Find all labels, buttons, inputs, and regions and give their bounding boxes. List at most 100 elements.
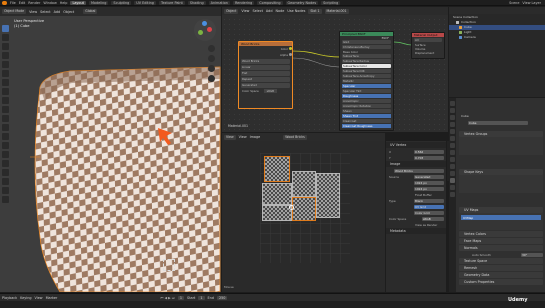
source-dropdown[interactable]: Generated: [241, 83, 290, 88]
pan-hand-icon[interactable]: [208, 55, 215, 62]
rotate-tool-icon[interactable]: [2, 52, 9, 59]
workspace-tab-geometry-nodes[interactable]: Geometry Nodes: [285, 0, 319, 5]
image-texture-node[interactable]: Wood Bricks Color Alpha Wood Bricks Line…: [238, 41, 293, 109]
uv-editor[interactable]: View View Image Wood Bricks Mouse: [222, 133, 385, 292]
uv-menu-image[interactable]: Image: [250, 135, 261, 139]
uv-island-bottom[interactable]: [292, 197, 316, 221]
world-tab-icon[interactable]: [450, 136, 455, 141]
uv-menu-view[interactable]: View: [239, 135, 247, 139]
menu-help[interactable]: Help: [60, 1, 68, 5]
face-maps-section[interactable]: Face Maps: [459, 238, 543, 244]
workspace-tab-sculpting[interactable]: Sculpting: [111, 0, 132, 5]
extension-dropdown[interactable]: Repeat: [241, 77, 290, 82]
playback-controls-icon[interactable]: ⏮ ◀ ▶ ⏭: [160, 296, 175, 300]
end-frame-field[interactable]: 250: [216, 295, 228, 300]
workspace-tab-compositing[interactable]: Compositing: [257, 0, 283, 5]
shader-node-editor[interactable]: Object View Select Add Node Use Nodes Sl…: [222, 7, 448, 132]
camera-view-icon[interactable]: [208, 65, 215, 72]
auto-smooth-checkbox[interactable]: Auto Smooth: [472, 253, 491, 257]
annotate-tool-icon[interactable]: [2, 79, 9, 86]
color-socket-icon[interactable]: [289, 47, 292, 50]
data-tab-icon[interactable]: [450, 178, 455, 183]
navigation-gizmo[interactable]: [194, 19, 216, 41]
spin-tool-icon[interactable]: [2, 151, 9, 158]
uv-image-selector[interactable]: Wood Bricks: [283, 134, 307, 140]
smooth-tool-icon[interactable]: [2, 160, 9, 167]
uv-island-right[interactable]: [316, 173, 340, 218]
blender-logo-icon[interactable]: [2, 0, 7, 5]
render-tab-icon[interactable]: [450, 108, 455, 113]
uv-map-item[interactable]: UVMap: [461, 215, 541, 220]
workspace-tab-layout[interactable]: Layout: [70, 0, 86, 5]
uv-y-field[interactable]: 0.703: [414, 155, 444, 160]
rip-tool-icon[interactable]: [2, 196, 9, 203]
scene-selector[interactable]: Scene: [509, 1, 519, 5]
material-tab-icon[interactable]: [450, 185, 455, 190]
knife-tool-icon[interactable]: [2, 133, 9, 140]
menu-edit[interactable]: Edit: [19, 1, 26, 5]
clearcoat-roughness-input[interactable]: Clearcoat Roughness: [342, 124, 391, 128]
source-field[interactable]: Generated: [414, 174, 444, 179]
custom-properties-section[interactable]: Custom Properties: [459, 279, 543, 285]
poly-build-tool-icon[interactable]: [2, 142, 9, 149]
specular-tint-input[interactable]: Specular Tint: [342, 89, 391, 93]
mesh-name-field[interactable]: Cube: [468, 120, 528, 125]
workspace-tab-uv-editing[interactable]: UV Editing: [134, 0, 156, 5]
uv-island-lower[interactable]: [262, 205, 292, 221]
grid-icon[interactable]: [208, 75, 215, 82]
workspace-tab-scripting[interactable]: Scripting: [321, 0, 341, 5]
anisotropic-rotation-input[interactable]: Anisotropic Rotation: [342, 104, 391, 108]
physics-tab-icon[interactable]: [450, 164, 455, 169]
timeline-playback-menu[interactable]: Playback: [2, 296, 17, 300]
specular-input[interactable]: Specular: [342, 84, 391, 88]
material-output-node[interactable]: Material Output All Surface Volume Displ…: [411, 32, 445, 59]
node-color-space-value[interactable]: sRGB: [263, 89, 278, 93]
view-as-render-checkbox[interactable]: View as Render: [415, 223, 437, 227]
texture-space-section[interactable]: Texture Space: [459, 258, 543, 264]
object-tab-icon[interactable]: [450, 143, 455, 148]
timeline-view-menu[interactable]: View: [35, 296, 43, 300]
interpolation-dropdown[interactable]: Linear: [241, 65, 290, 70]
metallic-input[interactable]: Metallic: [342, 79, 391, 83]
view-layer-tab-icon[interactable]: [450, 122, 455, 127]
roughness-input[interactable]: Roughness: [342, 94, 391, 98]
workspace-tab-shading[interactable]: Shading: [187, 0, 206, 5]
clearcoat-input[interactable]: Clearcoat: [342, 119, 391, 123]
menu-file[interactable]: File: [10, 1, 16, 5]
output-tab-icon[interactable]: [450, 115, 455, 120]
normals-section[interactable]: Normals: [459, 245, 543, 251]
type-color-grid-option[interactable]: Color Grid: [414, 210, 444, 215]
workspace-tab-rendering[interactable]: Rendering: [232, 0, 255, 5]
subsurface-ior-input[interactable]: Subsurface IOR: [342, 69, 391, 73]
subsurface-radius-input[interactable]: Subsurface Radius: [342, 59, 391, 63]
menu-window[interactable]: Window: [43, 1, 56, 5]
modifier-tab-icon[interactable]: [450, 150, 455, 155]
3d-viewport[interactable]: Object Mode View Select Add Object Globa…: [0, 7, 221, 292]
tool-tab-icon[interactable]: [450, 101, 455, 106]
size-x-field[interactable]: 1024 px: [414, 180, 444, 185]
shear-tool-icon[interactable]: [2, 187, 9, 194]
subsurface-anisotropy-input[interactable]: Subsurface Anisotropy: [342, 74, 391, 78]
alpha-socket-icon[interactable]: [289, 53, 292, 56]
geometry-data-section[interactable]: Geometry Data: [459, 272, 543, 278]
2d-cursor-icon[interactable]: [289, 205, 294, 210]
metadata-section[interactable]: Metadata: [386, 228, 446, 234]
workspace-tab-animation[interactable]: Animation: [208, 0, 230, 5]
select-box-tool-icon[interactable]: [2, 25, 9, 32]
sidebar-color-space-field[interactable]: sRGB: [422, 216, 444, 221]
remesh-section[interactable]: Remesh: [459, 265, 543, 271]
image-datablock-field[interactable]: Wood Bricks: [241, 59, 290, 64]
edge-slide-tool-icon[interactable]: [2, 169, 9, 176]
scale-tool-icon[interactable]: [2, 61, 9, 68]
image-section[interactable]: Image: [386, 161, 446, 167]
constraints-tab-icon[interactable]: [450, 171, 455, 176]
extrude-tool-icon[interactable]: [2, 97, 9, 104]
sidebar-image-field[interactable]: Wood Bricks: [394, 168, 444, 173]
uv-vertex-section[interactable]: UV Vertex: [386, 142, 446, 148]
uv-mode-dropdown[interactable]: View: [224, 134, 236, 140]
texture-tab-icon[interactable]: [450, 192, 455, 197]
properties-editor[interactable]: Cube Cube Vertex Groups Shape Keys UV Ma…: [449, 98, 545, 292]
view-layer-selector[interactable]: View Layer: [522, 1, 541, 5]
type-uv-grid-option[interactable]: UV Grid: [414, 204, 444, 209]
bevel-tool-icon[interactable]: [2, 115, 9, 122]
